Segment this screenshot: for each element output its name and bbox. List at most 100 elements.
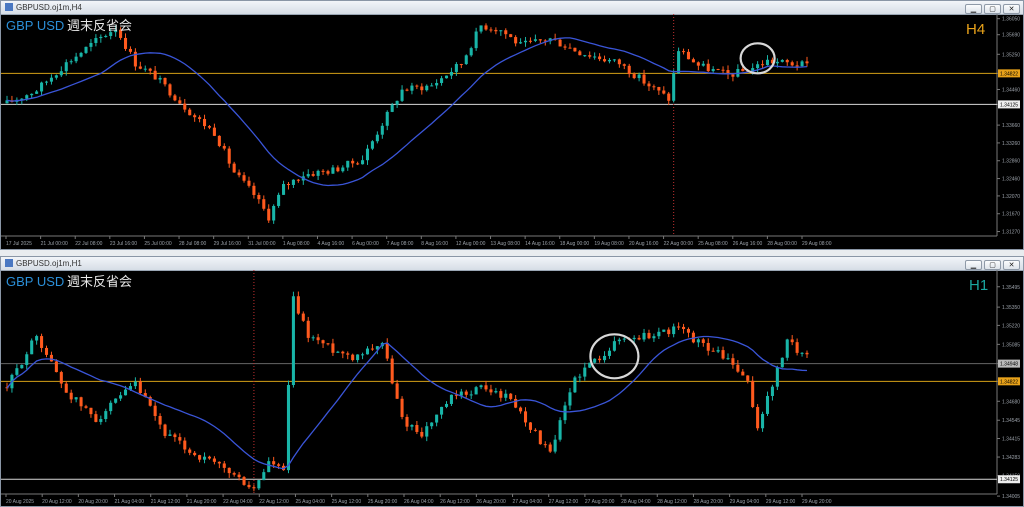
candle-body bbox=[217, 135, 221, 146]
candle-body bbox=[686, 51, 691, 60]
time-tick-label: 28 Aug 00:00 bbox=[767, 241, 797, 247]
candle-body bbox=[523, 40, 528, 43]
time-tick-label: 22 Aug 00:00 bbox=[664, 241, 694, 247]
time-tick-label: 26 Aug 04:00 bbox=[404, 499, 434, 505]
candle-body bbox=[761, 64, 765, 66]
candle-body bbox=[20, 364, 24, 369]
minimize-icon[interactable]: ▁ bbox=[965, 260, 982, 270]
close-icon[interactable]: ✕ bbox=[1003, 260, 1020, 270]
candle-body bbox=[356, 163, 360, 165]
candle-body bbox=[203, 456, 207, 460]
candle-body bbox=[805, 61, 809, 64]
candle-body bbox=[336, 167, 340, 172]
candle-body bbox=[356, 354, 360, 361]
h4-candlestick-chart[interactable]: 1.36050 1.35690 1.35250 1.34822 1.34460 1.341… bbox=[1, 14, 1023, 249]
candle-body bbox=[395, 383, 399, 399]
candle-body bbox=[780, 357, 784, 368]
h4-window-titlebar[interactable]: GBPUSD.oj1m,H4 ▁ ▢ ✕ bbox=[1, 1, 1023, 15]
candle-body bbox=[158, 416, 162, 425]
candle-body bbox=[361, 354, 365, 356]
candle-body bbox=[44, 347, 49, 355]
time-tick-label: 29 Aug 08:00 bbox=[802, 241, 832, 247]
candle-body bbox=[25, 95, 29, 99]
time-tick-label: 25 Jul 00:00 bbox=[144, 241, 171, 247]
candle-body bbox=[198, 455, 202, 460]
candle-body bbox=[15, 368, 19, 375]
candle-body bbox=[528, 40, 532, 42]
candle-body bbox=[286, 385, 291, 471]
candle-body bbox=[711, 69, 715, 72]
candle-body bbox=[622, 64, 626, 66]
candle-body bbox=[346, 353, 350, 355]
candle-body bbox=[247, 180, 251, 186]
time-tick-label: 29 Jul 16:00 bbox=[214, 241, 241, 247]
candle-body bbox=[54, 75, 58, 78]
candle-body bbox=[410, 424, 414, 427]
candle-body bbox=[558, 420, 562, 440]
candle-body bbox=[785, 60, 789, 63]
candle-body bbox=[543, 444, 547, 446]
time-tick-label: 21 Aug 04:00 bbox=[115, 499, 145, 505]
candle-body bbox=[370, 141, 374, 149]
candle-body bbox=[548, 444, 552, 452]
time-tick-label: 25 Aug 20:00 bbox=[368, 499, 398, 505]
timeframe-label: H4 bbox=[966, 21, 985, 38]
candle-body bbox=[237, 474, 241, 478]
candle-body bbox=[257, 480, 261, 489]
candle-body bbox=[479, 25, 483, 32]
candle-body bbox=[351, 160, 355, 164]
candle-body bbox=[395, 100, 399, 105]
minimize-icon[interactable]: ▁ bbox=[965, 4, 982, 14]
candle-body bbox=[385, 343, 389, 359]
time-tick-label: 22 Jul 08:00 bbox=[75, 241, 102, 247]
candle-body bbox=[89, 407, 93, 415]
candle-body bbox=[365, 348, 370, 355]
candle-body bbox=[306, 320, 310, 338]
candle-body bbox=[474, 31, 478, 49]
candle-body bbox=[25, 354, 29, 365]
candle-body bbox=[257, 194, 261, 200]
candle-body bbox=[533, 39, 537, 41]
candle-body bbox=[430, 422, 434, 427]
candle-body bbox=[469, 48, 473, 56]
h1-window-titlebar[interactable]: GBPUSD.oj1m,H1 ▁ ▢ ✕ bbox=[1, 257, 1023, 271]
candle-body bbox=[104, 36, 108, 38]
candle-body bbox=[252, 487, 256, 489]
price-tick-label: 1.35495 bbox=[1002, 285, 1020, 291]
candle-body bbox=[415, 85, 419, 87]
candle-body bbox=[667, 93, 671, 101]
candle-body bbox=[795, 342, 799, 353]
candle-body bbox=[691, 59, 695, 63]
candle-body bbox=[188, 109, 192, 116]
price-tick-label: 1.32460 bbox=[1002, 177, 1020, 183]
maximize-icon[interactable]: ▢ bbox=[984, 260, 1001, 270]
candle-body bbox=[519, 407, 523, 412]
candle-body bbox=[568, 47, 572, 49]
candle-body bbox=[326, 171, 330, 174]
candle-body bbox=[222, 463, 226, 468]
candle-body bbox=[336, 351, 340, 353]
price-tick-label: 1.33660 bbox=[1002, 123, 1020, 129]
candle-body bbox=[193, 115, 197, 118]
candle-body bbox=[494, 29, 498, 32]
time-tick-label: 31 Jul 00:00 bbox=[248, 241, 275, 247]
maximize-icon[interactable]: ▢ bbox=[984, 4, 1001, 14]
h1-candlestick-chart[interactable]: 1.35495 1.35350 1.35220 1.35085 1.34948 1.348… bbox=[1, 270, 1023, 506]
candle-body bbox=[494, 391, 498, 393]
candle-body bbox=[499, 30, 503, 32]
candle-body bbox=[326, 343, 330, 345]
candle-body bbox=[682, 326, 686, 330]
close-icon[interactable]: ✕ bbox=[1003, 4, 1020, 14]
price-tick-label: 1.35350 bbox=[1002, 305, 1020, 311]
candle-body bbox=[232, 473, 236, 475]
price-tick-label: 1.34415 bbox=[1002, 437, 1020, 443]
candle-body bbox=[99, 418, 103, 422]
candle-body bbox=[627, 65, 631, 75]
candle-body bbox=[444, 403, 449, 407]
candle-body bbox=[721, 69, 725, 71]
candle-body bbox=[499, 391, 503, 398]
price-tag-label: 1.34125 bbox=[1000, 477, 1018, 483]
price-tick-label: 1.35220 bbox=[1002, 323, 1020, 329]
candle-body bbox=[405, 416, 409, 427]
candle-body bbox=[40, 336, 44, 348]
